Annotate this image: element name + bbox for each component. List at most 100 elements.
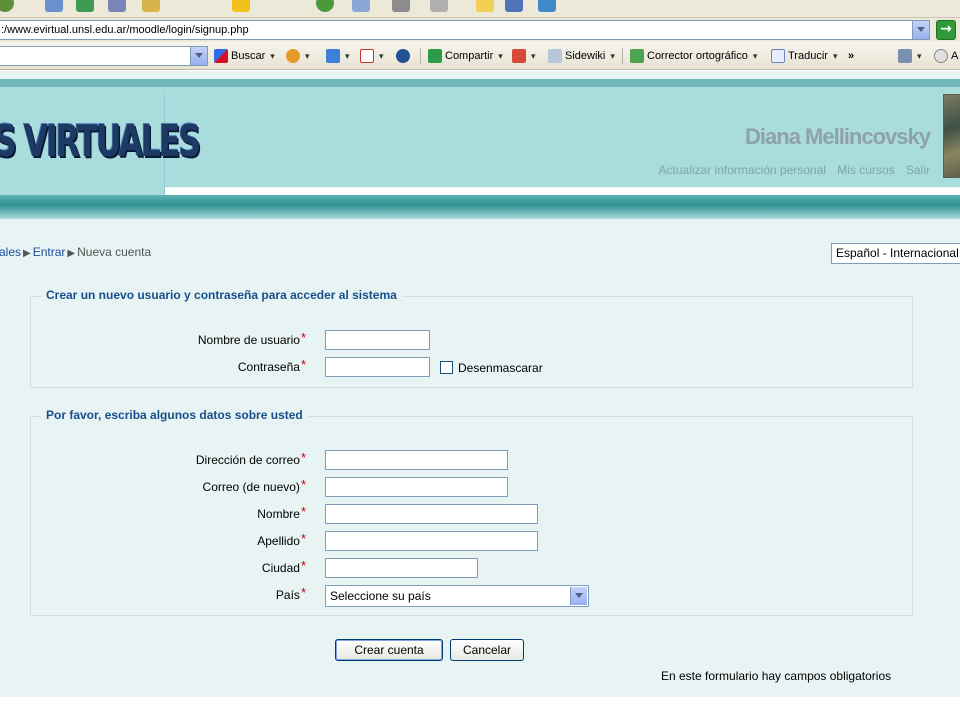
- web-page: S VIRTUALES Diana Mellincovsky Actualiza…: [0, 71, 960, 720]
- translate-icon: [771, 49, 785, 63]
- password-input[interactable]: [325, 357, 430, 377]
- unmask-checkbox[interactable]: [440, 361, 453, 374]
- toolbar-more[interactable]: »: [848, 48, 854, 64]
- unmask-label: Desenmascarar: [458, 361, 543, 375]
- mail-icon[interactable]: [352, 0, 370, 12]
- country-select[interactable]: Seleccione su país: [325, 585, 589, 607]
- lastname-label: Apellido*: [257, 531, 306, 548]
- toolbar-search-button[interactable]: Buscar: [214, 48, 275, 64]
- toolbar-search-dropdown-icon[interactable]: [190, 47, 207, 65]
- breadcrumb-home-link[interactable]: ales: [0, 245, 21, 259]
- header-banner: S VIRTUALES Diana Mellincovsky Actualiza…: [0, 79, 960, 195]
- required-fields-note: En este formulario hay campos obligatori…: [661, 669, 892, 683]
- history-icon[interactable]: [316, 0, 334, 12]
- email2-label: Correo (de nuevo)*: [202, 477, 306, 494]
- toolbar-popup-blocker[interactable]: [512, 48, 536, 64]
- toolbar-more-label: »: [848, 50, 855, 62]
- gmail-icon: [360, 49, 374, 63]
- toolbar-sidewiki-label: Sidewiki: [565, 50, 606, 62]
- navbar-strip: [0, 195, 960, 219]
- details-fieldset: Por favor, escriba algunos datos sobre u…: [30, 408, 913, 616]
- go-button[interactable]: →: [936, 20, 956, 40]
- toolbar-search-label: Buscar: [231, 50, 266, 62]
- toolbar-plus[interactable]: [326, 48, 350, 64]
- my-courses-link[interactable]: Mis cursos: [837, 163, 894, 177]
- spellcheck-icon: [630, 49, 644, 63]
- firstname-input[interactable]: [325, 504, 538, 524]
- country-dropdown-icon[interactable]: [570, 587, 587, 605]
- google-icon: [214, 49, 228, 63]
- city-input[interactable]: [325, 558, 478, 578]
- breadcrumb-arrow-icon: ▶: [67, 248, 76, 259]
- back-icon[interactable]: [0, 0, 14, 12]
- print-icon[interactable]: [392, 0, 410, 12]
- wrench-icon: [898, 49, 912, 63]
- address-dropdown-icon[interactable]: [912, 21, 929, 39]
- required-marker: *: [300, 558, 306, 573]
- toolbar-gmail[interactable]: [360, 48, 384, 64]
- update-profile-link[interactable]: Actualizar información personal: [659, 163, 826, 177]
- create-account-button[interactable]: Crear cuenta: [335, 639, 443, 661]
- required-marker: *: [300, 531, 306, 546]
- country-row: País* Seleccione su país: [31, 585, 911, 607]
- required-marker: *: [300, 477, 306, 492]
- popup-blocker-icon: [512, 49, 526, 63]
- username-row: Nombre de usuario*: [31, 330, 911, 350]
- refresh-icon[interactable]: [76, 0, 94, 12]
- toolbar-search-input[interactable]: [0, 46, 208, 66]
- lastname-row: Apellido*: [31, 531, 911, 551]
- email-input[interactable]: [325, 450, 508, 470]
- favorites-icon[interactable]: [108, 0, 126, 12]
- toolbar-share[interactable]: Compartir: [428, 48, 503, 64]
- toolbar-pagerank[interactable]: [396, 48, 410, 64]
- star-icon[interactable]: [232, 0, 250, 12]
- required-marker: *: [300, 585, 306, 600]
- notes-icon[interactable]: [476, 0, 494, 12]
- site-logo[interactable]: S VIRTUALES: [0, 94, 201, 195]
- firstname-label: Nombre*: [257, 504, 306, 521]
- toolbar-settings[interactable]: [898, 48, 922, 64]
- toolbar-share-label: Compartir: [445, 50, 494, 62]
- toolbar-separator: [622, 48, 623, 64]
- toolbar-translate-label: Traducir: [788, 50, 828, 62]
- address-bar: :/www.evirtual.unsl.edu.ar/moodle/login/…: [0, 18, 960, 42]
- main-content: ales ▶ Entrar ▶ Nueva cuenta Español - Inter…: [0, 219, 960, 697]
- plus-icon: [326, 49, 340, 63]
- avatar: [943, 94, 960, 178]
- username-input[interactable]: [325, 330, 430, 350]
- account-legend: Crear un nuevo usuario y contraseña para…: [41, 288, 402, 302]
- globe-icon: [396, 49, 410, 63]
- email2-input[interactable]: [325, 477, 508, 497]
- password-label: Contraseña*: [237, 357, 306, 374]
- edit-icon[interactable]: [430, 0, 448, 12]
- details-legend: Por favor, escriba algunos datos sobre u…: [41, 408, 308, 422]
- password-row: Contraseña* Desenmascarar: [31, 357, 911, 377]
- site-logo-text: S VIRTUALES: [0, 116, 201, 167]
- firstname-row: Nombre*: [31, 504, 911, 524]
- breadcrumb-current: Nueva cuenta: [77, 245, 152, 259]
- messenger-icon[interactable]: [505, 0, 523, 12]
- breadcrumb-login-link[interactable]: Entrar: [33, 245, 66, 259]
- account-fieldset: Crear un nuevo usuario y contraseña para…: [30, 288, 913, 388]
- share-icon: [428, 49, 442, 63]
- toolbar-translate[interactable]: Traducir: [771, 48, 837, 64]
- bookmarks-icon: [286, 49, 300, 63]
- lastname-input[interactable]: [325, 531, 538, 551]
- search-icon[interactable]: [142, 0, 160, 12]
- toolbar-sidewiki[interactable]: Sidewiki: [548, 48, 615, 64]
- circle-icon: [934, 49, 948, 63]
- address-input[interactable]: :/www.evirtual.unsl.edu.ar/moodle/login/…: [0, 20, 930, 40]
- language-select[interactable]: Español - Internacional: [831, 243, 960, 264]
- toolbar-bookmarks[interactable]: [286, 48, 310, 64]
- country-selected: Seleccione su país: [330, 589, 431, 603]
- cancel-button[interactable]: Cancelar: [450, 639, 524, 661]
- username-label: Nombre de usuario*: [197, 330, 306, 347]
- toolbar-spell-label: Corrector ortográfico: [647, 50, 748, 62]
- required-marker: *: [300, 504, 306, 519]
- research-icon[interactable]: [538, 0, 556, 12]
- toolbar-spellcheck[interactable]: Corrector ortográfico: [630, 48, 757, 64]
- logout-link[interactable]: Salir: [906, 163, 930, 177]
- toolbar-signin[interactable]: A: [934, 48, 958, 64]
- breadcrumb: ales ▶ Entrar ▶ Nueva cuenta: [0, 245, 151, 259]
- home-icon[interactable]: [45, 0, 63, 12]
